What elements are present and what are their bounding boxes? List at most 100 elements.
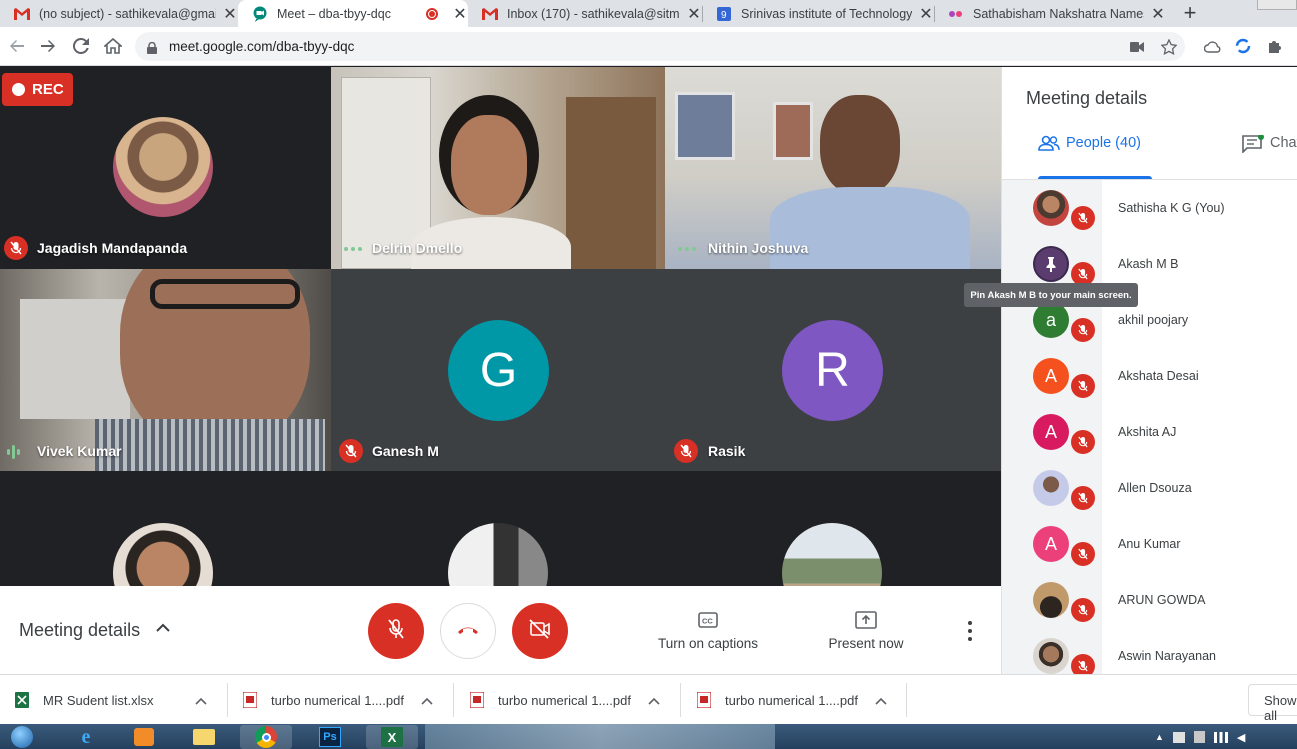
extensions-puzzle-icon[interactable] [1265, 36, 1285, 56]
browser-tab-gmail-draft[interactable]: (no subject) - sathikevala@gmai ✕ [0, 0, 238, 27]
windows-taskbar: e Ps X ▲ ◀ [0, 724, 1297, 749]
close-tab-icon[interactable]: ✕ [222, 4, 238, 24]
participant-name: Anu Kumar [1118, 537, 1181, 551]
participant-list: Sathisha K G (You) Akash M B a akhil poo… [1002, 180, 1297, 674]
browser-tab-meet[interactable]: Meet – dba-tbyy-dqc ✕ [238, 0, 468, 27]
download-item[interactable]: turbo numerical 1....pdf [242, 682, 443, 718]
pin-icon[interactable] [1033, 246, 1069, 282]
taskbar-chrome[interactable] [240, 725, 292, 749]
site-icon: 9 [716, 6, 732, 22]
tab-title: Sathabisham Nakshatra Names [973, 6, 1144, 21]
download-item[interactable]: turbo numerical 1....pdf [469, 682, 670, 718]
participant-list-item[interactable]: A Akshita AJ [1002, 404, 1297, 460]
close-tab-icon[interactable]: ✕ [918, 4, 934, 24]
people-icon [1038, 135, 1060, 155]
back-icon[interactable] [6, 35, 28, 57]
download-item[interactable]: turbo numerical 1....pdf [696, 682, 897, 718]
participant-name: Ganesh M [372, 443, 439, 459]
participant-tile[interactable] [665, 471, 1001, 586]
chevron-up-icon[interactable] [421, 693, 433, 708]
taskbar-photoshop[interactable]: Ps [304, 725, 356, 749]
more-options-icon[interactable] [960, 619, 980, 643]
taskbar-excel[interactable]: X [366, 725, 418, 749]
mic-off-icon [1071, 430, 1095, 454]
window-controls[interactable] [1257, 0, 1297, 10]
participant-list-item[interactable]: A Akshata Desai [1002, 348, 1297, 404]
close-tab-icon[interactable]: ✕ [686, 4, 702, 24]
participant-avatar-photo [782, 523, 882, 586]
folder-icon [193, 729, 215, 745]
participant-avatar-photo [448, 523, 548, 586]
participant-list-item[interactable]: Allen Dsouza [1002, 460, 1297, 516]
browser-tab-srinivas[interactable]: 9 Srinivas institute of Technology ✕ [702, 0, 934, 27]
tab-people[interactable]: People (40) [1038, 135, 1152, 179]
participant-tile[interactable]: G Ganesh M [331, 269, 665, 471]
media-player-icon [134, 728, 154, 746]
participant-list-item[interactable]: Sathisha K G (You) [1002, 180, 1297, 236]
bookmark-star-icon[interactable] [1160, 38, 1178, 56]
chevron-up-icon[interactable] [155, 620, 171, 641]
rec-label: REC [32, 81, 64, 98]
wall-poster [773, 102, 813, 160]
start-button[interactable] [0, 725, 44, 749]
download-item[interactable]: MR Sudent list.xlsx [15, 682, 215, 718]
captions-label: Turn on captions [657, 636, 759, 651]
microphone-toggle-button[interactable] [368, 603, 424, 659]
taskbar-media-player[interactable] [118, 725, 170, 749]
show-all-downloads-button[interactable]: Show all [1248, 684, 1297, 723]
participant-avatar-photo [1033, 638, 1069, 674]
address-bar[interactable]: meet.google.com/dba-tbyy-dqc [135, 32, 1185, 61]
leave-call-button[interactable] [440, 603, 496, 659]
meeting-details-panel: Meeting details People (40) Chat Sathish… [1001, 67, 1297, 674]
participant-avatar: R [782, 320, 883, 421]
forward-icon[interactable] [37, 35, 59, 57]
cloud-extension-icon[interactable] [1202, 36, 1222, 56]
participant-tile[interactable]: R Rasik [665, 269, 1001, 471]
browser-tab-gmail-inbox[interactable]: Inbox (170) - sathikevala@sitmr ✕ [468, 0, 702, 27]
participant-tile[interactable]: Nithin Joshuva [665, 67, 1001, 269]
meeting-details-button[interactable]: Meeting details [19, 620, 140, 641]
reload-icon[interactable] [70, 35, 92, 57]
lock-icon [147, 41, 157, 59]
profile-icon[interactable] [1292, 36, 1297, 56]
browser-toolbar: meet.google.com/dba-tbyy-dqc [0, 27, 1297, 66]
participant-avatar-photo [113, 117, 213, 217]
home-icon[interactable] [102, 35, 124, 57]
captions-button[interactable]: CC Turn on captions [652, 608, 764, 651]
camera-toggle-button[interactable] [512, 603, 568, 659]
taskbar-background-image [425, 724, 775, 749]
participant-list-item[interactable]: ARUN GOWDA [1002, 572, 1297, 628]
participant-list-item[interactable]: Aswin Narayanan [1002, 628, 1297, 674]
participant-name: Akshita AJ [1118, 425, 1177, 439]
tab-title: Srinivas institute of Technology [741, 6, 912, 21]
mic-off-icon [1071, 374, 1095, 398]
chevron-up-icon[interactable] [648, 693, 660, 708]
sync-extension-icon[interactable] [1233, 36, 1253, 56]
participant-tile[interactable] [0, 471, 331, 586]
taskbar-file-explorer[interactable] [178, 725, 230, 749]
photoshop-icon: Ps [319, 727, 341, 747]
chevron-up-icon[interactable] [195, 693, 207, 708]
participant-avatar-photo [1033, 190, 1069, 226]
camera-in-use-icon[interactable] [1128, 38, 1146, 56]
tab-chat[interactable]: Chat [1242, 134, 1297, 157]
new-tab-button[interactable]: + [1176, 0, 1204, 27]
participant-tile[interactable] [331, 471, 665, 586]
pdf-file-icon [469, 691, 485, 709]
pin-tooltip: Pin Akash M B to your main screen. [964, 283, 1138, 307]
participant-list-item[interactable]: A Anu Kumar [1002, 516, 1297, 572]
close-tab-icon[interactable]: ✕ [452, 4, 468, 24]
participant-tile[interactable]: Delrin Dmello [331, 67, 665, 269]
present-now-button[interactable]: Present now [822, 608, 910, 651]
taskbar-internet-explorer[interactable]: e [60, 725, 112, 749]
participant-glasses [150, 279, 300, 309]
browser-tab-nakshatra[interactable]: Sathabisham Nakshatra Names ✕ [934, 0, 1166, 27]
participant-name: Nithin Joshuva [708, 240, 809, 256]
participant-tile[interactable]: Vivek Kumar [0, 269, 331, 471]
participant-avatar: A [1033, 414, 1069, 450]
people-tab-label: People (40) [1066, 135, 1141, 151]
pdf-file-icon [242, 691, 258, 709]
close-tab-icon[interactable]: ✕ [1150, 4, 1166, 24]
chevron-up-icon[interactable] [875, 693, 887, 708]
system-tray[interactable]: ▲ ◀ [1155, 730, 1295, 744]
